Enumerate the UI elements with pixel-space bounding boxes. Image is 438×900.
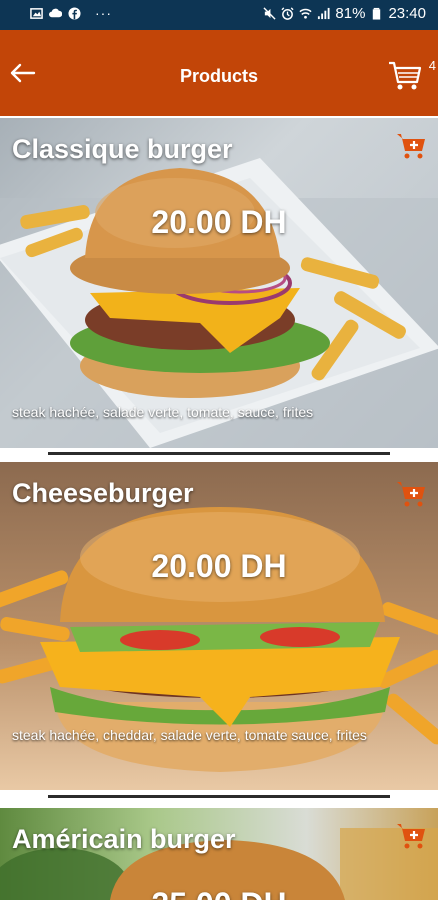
divider (48, 452, 390, 455)
product-price: 25.00 DH (0, 886, 438, 900)
status-bar-system: 81% 23:40 (263, 5, 426, 22)
status-bar: ··· 81% 23:40 (0, 0, 438, 30)
product-card[interactable]: Cheeseburger 20.00 DH steak hachée, ched… (0, 462, 438, 790)
battery-percent: 81% (335, 5, 366, 22)
product-price: 20.00 DH (151, 548, 287, 584)
cart-plus-icon[interactable] (396, 822, 428, 850)
product-name: Américain burger (12, 824, 236, 854)
shopping-cart-icon[interactable] (388, 60, 422, 92)
cart-plus-icon[interactable] (396, 132, 428, 160)
product-price: 20.00 DH (151, 204, 287, 240)
card-separator (0, 790, 438, 808)
product-image (0, 158, 438, 448)
app-bar: Products 4 (0, 30, 438, 116)
divider (48, 795, 390, 798)
battery-icon (373, 7, 381, 20)
product-description: steak hachée, salade verte, tomate, sauc… (12, 404, 314, 420)
gallery-icon (30, 7, 43, 19)
signal-icon (318, 7, 330, 20)
product-description: steak hachée, cheddar, salade verte, tom… (12, 727, 367, 743)
mute-icon (263, 7, 276, 20)
product-name: Classique burger (12, 134, 233, 164)
wifi-icon (299, 8, 312, 19)
product-card[interactable]: Classique burger 20.00 DH steak hachée, … (0, 118, 438, 448)
product-name: Cheeseburger (12, 478, 194, 508)
more-notifications-indicator: ··· (95, 5, 112, 21)
alarm-icon (281, 7, 294, 20)
card-separator (0, 448, 438, 462)
facebook-icon (68, 6, 81, 20)
cart-plus-icon[interactable] (396, 480, 428, 508)
cloud-icon (49, 8, 62, 17)
status-bar-notifications: ··· (30, 6, 112, 20)
cart-count-badge: 4 (428, 58, 436, 73)
clock: 23:40 (388, 5, 426, 22)
product-card[interactable]: Américain burger 25.00 DH (0, 808, 438, 900)
page-title: Products (179, 66, 258, 86)
